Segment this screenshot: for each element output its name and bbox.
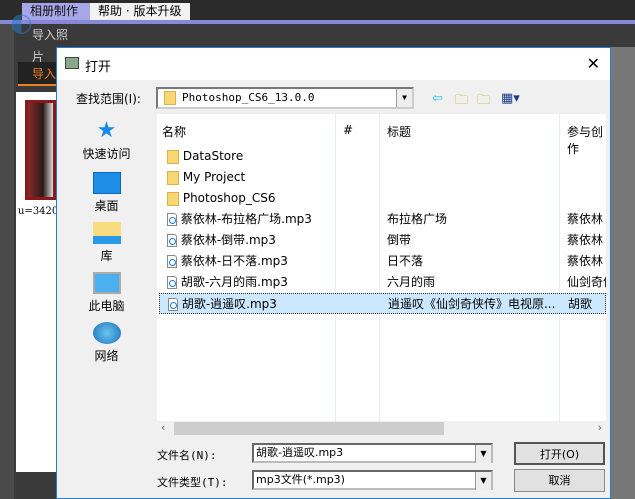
audio-file-icon bbox=[167, 234, 177, 247]
nav-quick-access[interactable]: ★ 快速访问 bbox=[57, 120, 156, 162]
network-icon bbox=[92, 322, 121, 344]
back-icon[interactable]: ⇦ bbox=[432, 91, 443, 106]
file-name: My Project bbox=[182, 170, 246, 184]
dialog-title: 打开 bbox=[85, 60, 112, 75]
cancel-button[interactable]: 取消 bbox=[514, 469, 605, 492]
column-header-number[interactable]: # bbox=[343, 123, 353, 137]
nav-library[interactable]: 库 bbox=[57, 222, 156, 264]
tab-album[interactable]: 相册制作 bbox=[22, 3, 90, 20]
up-folder-icon[interactable]: 🗀 bbox=[455, 91, 468, 113]
look-in-value: Photoshop_CS6_13.0.0 bbox=[182, 91, 315, 104]
file-title: 六月的雨 bbox=[387, 275, 436, 289]
title-bar: 打开 ✕ bbox=[57, 48, 610, 80]
audio-file-icon bbox=[167, 213, 177, 226]
filetype-label: 文件类型(T): bbox=[157, 476, 228, 489]
chevron-down-icon[interactable]: ▼ bbox=[475, 445, 491, 463]
file-row[interactable]: 胡歌-逍遥叹.mp3 逍遥叹《仙剑奇侠传》电视原... 胡歌 bbox=[159, 293, 606, 314]
nav-label: 网络 bbox=[94, 349, 119, 363]
filename-label: 文件名(N): bbox=[157, 449, 217, 462]
library-icon bbox=[92, 222, 121, 244]
nav-desktop[interactable]: 桌面 bbox=[57, 172, 156, 214]
file-row[interactable]: 胡歌-六月的雨.mp3 六月的雨 仙剑奇侠 bbox=[159, 272, 606, 293]
file-title: 逍遥叹《仙剑奇侠传》电视原... bbox=[388, 297, 556, 311]
app-sidebar bbox=[0, 24, 14, 499]
file-row[interactable]: 蔡依林-布拉格广场.mp3 布拉格广场 蔡依林 bbox=[159, 209, 606, 230]
file-title: 布拉格广场 bbox=[387, 212, 448, 226]
open-dialog: 打开 ✕ 查找范围(I): Photoshop_CS6_13.0.0 ▼ ⇦ 🗀… bbox=[56, 47, 611, 499]
section-title: 导入照片 bbox=[32, 28, 69, 64]
file-artist: 仙剑奇侠 bbox=[567, 275, 606, 289]
file-name: 胡歌-六月的雨.mp3 bbox=[180, 275, 288, 289]
folder-icon bbox=[167, 170, 179, 185]
file-title: 倒带 bbox=[387, 233, 412, 247]
file-row[interactable]: My Project bbox=[159, 167, 606, 188]
folder-icon bbox=[167, 149, 179, 164]
app-icon bbox=[65, 57, 79, 69]
audio-file-icon bbox=[167, 276, 177, 289]
nav-label: 快速访问 bbox=[82, 147, 131, 161]
file-title: 日不落 bbox=[387, 254, 424, 268]
tab-help[interactable]: 帮助 · 版本升级 bbox=[90, 3, 190, 20]
nav-label: 桌面 bbox=[94, 199, 119, 213]
nav-label: 此电脑 bbox=[88, 299, 125, 313]
file-row[interactable]: DataStore bbox=[159, 146, 606, 167]
file-artist: 蔡依林 bbox=[567, 212, 604, 226]
look-in-label: 查找范围(I): bbox=[76, 92, 141, 106]
column-header-name[interactable]: 名称 bbox=[162, 123, 186, 140]
folder-icon bbox=[164, 91, 176, 105]
scrollbar-thumb[interactable] bbox=[174, 422, 444, 435]
import-button[interactable]: 导入 bbox=[18, 62, 58, 86]
file-name: 胡歌-逍遥叹.mp3 bbox=[181, 297, 277, 311]
file-name: 蔡依林-日不落.mp3 bbox=[180, 254, 288, 268]
desktop-icon bbox=[92, 172, 121, 194]
nav-label: 库 bbox=[100, 249, 113, 263]
close-icon[interactable]: ✕ bbox=[587, 54, 600, 73]
folder-icon bbox=[167, 191, 179, 206]
file-artist: 蔡依林 bbox=[567, 254, 604, 268]
look-in-select[interactable]: Photoshop_CS6_13.0.0 ▼ bbox=[156, 87, 414, 109]
file-name: Photoshop_CS6 bbox=[182, 191, 276, 205]
star-icon: ★ bbox=[96, 118, 117, 143]
new-folder-icon[interactable]: 🗀 bbox=[477, 91, 490, 113]
background-area bbox=[611, 47, 635, 499]
chevron-down-icon[interactable]: ▼ bbox=[396, 89, 412, 107]
horizontal-scrollbar[interactable]: ‹ › bbox=[157, 421, 606, 436]
file-name: 蔡依林-倒带.mp3 bbox=[180, 233, 276, 247]
filetype-select[interactable]: mp3文件(*.mp3) ▼ bbox=[252, 470, 493, 490]
view-menu-icon[interactable]: ▦▾ bbox=[501, 91, 520, 106]
file-artist: 胡歌 bbox=[568, 297, 593, 311]
photo-label: u=3420 bbox=[18, 206, 59, 217]
nav-network[interactable]: 网络 bbox=[57, 322, 156, 364]
audio-file-icon bbox=[167, 255, 177, 268]
file-name: DataStore bbox=[182, 149, 244, 163]
nav-this-pc[interactable]: 此电脑 bbox=[57, 272, 156, 314]
nav-pane: ★ 快速访问 桌面 库 此电脑 网络 bbox=[57, 114, 156, 424]
open-button[interactable]: 打开(O) bbox=[514, 442, 605, 465]
filename-value: 胡歌-逍遥叹.mp3 bbox=[256, 446, 344, 459]
chevron-down-icon[interactable]: ▼ bbox=[475, 472, 491, 490]
file-list[interactable]: 名称 # 标题 参与创作 DataStore My Project Photos… bbox=[157, 114, 606, 421]
scroll-right-icon[interactable]: › bbox=[598, 421, 602, 434]
computer-icon bbox=[92, 272, 121, 294]
filename-input[interactable]: 胡歌-逍遥叹.mp3 ▼ bbox=[252, 443, 493, 463]
column-header-title[interactable]: 标题 bbox=[387, 123, 411, 140]
photo-thumbnail[interactable] bbox=[25, 100, 56, 200]
file-row[interactable]: 蔡依林-日不落.mp3 日不落 蔡依林 bbox=[159, 251, 606, 272]
file-row[interactable]: 蔡依林-倒带.mp3 倒带 蔡依林 bbox=[159, 230, 606, 251]
file-artist: 蔡依林 bbox=[567, 233, 604, 247]
file-name: 蔡依林-布拉格广场.mp3 bbox=[180, 212, 312, 226]
file-row[interactable]: Photoshop_CS6 bbox=[159, 188, 606, 209]
list-header: 名称 # 标题 参与创作 bbox=[157, 114, 606, 156]
filetype-value: mp3文件(*.mp3) bbox=[256, 473, 345, 486]
audio-file-icon bbox=[168, 298, 178, 311]
tab-strip bbox=[0, 20, 635, 24]
scroll-left-icon[interactable]: ‹ bbox=[161, 421, 165, 434]
